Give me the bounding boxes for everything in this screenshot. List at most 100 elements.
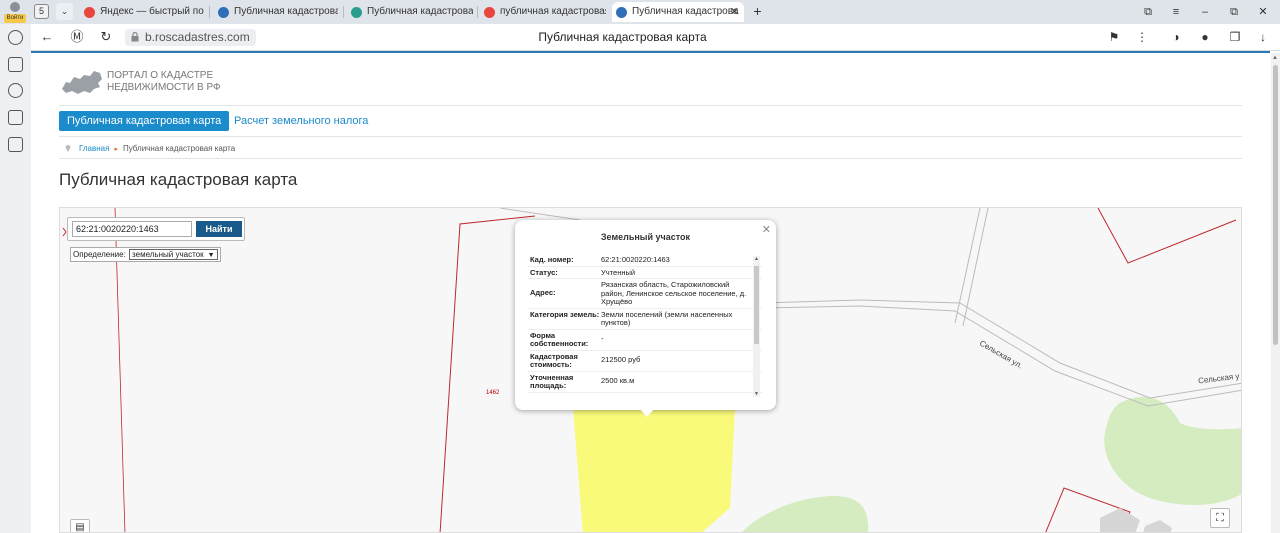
row-value: 2500 кв.м bbox=[601, 375, 635, 385]
scrollbar-thumb[interactable] bbox=[1273, 65, 1278, 345]
reload-icon[interactable]: ↻ bbox=[97, 28, 115, 46]
definition-select[interactable]: земельный участок ▼ bbox=[129, 249, 218, 260]
tab-count-badge[interactable]: 5 bbox=[34, 4, 49, 19]
tab-label: публичная кадастровая bbox=[500, 6, 606, 17]
download-icon[interactable]: ↓ bbox=[1254, 28, 1272, 46]
user-icon bbox=[10, 2, 20, 12]
play-icon[interactable] bbox=[8, 83, 23, 98]
table-row: Форма собственности: - bbox=[528, 330, 762, 351]
parcel-boundary bbox=[1097, 208, 1237, 264]
profile-login-label: Войти bbox=[4, 14, 26, 23]
definition-select-value: земельный участок bbox=[132, 250, 204, 259]
notes-icon[interactable] bbox=[8, 57, 23, 72]
bookmarks-panel-icon[interactable]: ⧉ bbox=[1138, 3, 1158, 21]
yandex-icon bbox=[84, 7, 95, 18]
screenshot-icon[interactable] bbox=[8, 137, 23, 152]
breadcrumb-current: Публичная кадастровая карта bbox=[122, 144, 236, 153]
row-key: Кадастровая стоимость: bbox=[530, 351, 578, 369]
back-arrow-icon[interactable]: ← bbox=[38, 28, 56, 46]
chevron-right-icon: ▸ bbox=[114, 146, 118, 153]
browser-tab[interactable]: публичная кадастровая bbox=[480, 2, 606, 22]
cadastre-icon bbox=[218, 7, 229, 18]
tab-divider bbox=[477, 6, 478, 18]
browser-tab[interactable]: Публичная кадастровая bbox=[214, 2, 338, 22]
close-window-icon[interactable]: ✕ bbox=[1253, 3, 1273, 21]
page-title: Публичная кадастровая карта bbox=[59, 170, 298, 189]
menu-icon[interactable]: ≡ bbox=[1166, 3, 1186, 21]
popup-table: Кад. номер: 62:21:0020220:1463 Статус: У… bbox=[528, 254, 762, 399]
yandex-home-icon[interactable]: Ⓜ bbox=[68, 28, 86, 46]
row-key: Уточненная площадь: bbox=[530, 372, 574, 390]
new-tab-icon[interactable]: + bbox=[749, 3, 766, 20]
table-row: Уточненная площадь: 2500 кв.м bbox=[528, 372, 762, 393]
cadastral-search-panel: Найти bbox=[67, 217, 245, 241]
layers-icon[interactable]: ▤ bbox=[70, 519, 90, 532]
chevron-down-icon[interactable]: ⌄ bbox=[56, 3, 73, 20]
popup-title: Земельный участок bbox=[600, 232, 691, 242]
table-row: Категория земель: Земли поселений (земли… bbox=[528, 309, 762, 330]
bookmark-icon[interactable]: ⚑ bbox=[1105, 28, 1123, 46]
browser-tab-bar: Войти 5 ⌄ Яндекс — быстрый поиск Публичн… bbox=[0, 0, 1280, 24]
cadastral-map[interactable]: 1462 Сельская ул. Сельская у Найти Опред… bbox=[59, 207, 1242, 533]
lock-icon bbox=[131, 32, 139, 42]
row-value: Земли поселений (земли населенных пункто… bbox=[601, 309, 733, 327]
tab-divider bbox=[209, 6, 210, 18]
tab-label: Публичная кадастрова bbox=[632, 6, 739, 17]
green-area bbox=[742, 495, 869, 532]
nav-land-tax[interactable]: Расчет земельного налога bbox=[234, 111, 368, 131]
cadastral-number-input[interactable] bbox=[72, 221, 192, 237]
row-key: Статус: bbox=[530, 267, 558, 277]
address-bar: ← Ⓜ ↻ b.roscadastres.com Публичная кадас… bbox=[0, 24, 1280, 51]
tab-label: Публичная кадастровая bbox=[367, 6, 473, 17]
scroll-down-icon[interactable]: ▼ bbox=[754, 391, 759, 397]
definition-row: Определение: земельный участок ▼ bbox=[70, 247, 221, 262]
row-value: Учтенный bbox=[601, 267, 636, 277]
tab-divider bbox=[343, 6, 344, 18]
table-row: Кад. номер: 62:21:0020220:1463 bbox=[528, 254, 762, 267]
divider bbox=[59, 105, 1242, 106]
more-icon[interactable]: ⋮ bbox=[1133, 28, 1151, 46]
scroll-up-icon[interactable]: ▲ bbox=[754, 256, 759, 262]
breadcrumb-home[interactable]: Главная bbox=[79, 144, 109, 153]
tab-label: Публичная кадастровая bbox=[234, 6, 338, 17]
parcel-boundary bbox=[62, 227, 67, 237]
chevron-down-icon: ▼ bbox=[207, 252, 215, 259]
browser-tab-active[interactable]: Публичная кадастрова ✕ bbox=[612, 2, 744, 22]
building bbox=[1143, 520, 1172, 532]
market-icon[interactable] bbox=[8, 110, 23, 125]
fullscreen-icon[interactable]: ⛶ bbox=[1210, 508, 1230, 528]
profile-button[interactable]: Войти bbox=[4, 1, 26, 23]
extension-icon[interactable]: ● bbox=[1196, 28, 1214, 46]
row-key: Кад. номер: bbox=[530, 255, 574, 264]
page-scrollbar[interactable]: ▲ bbox=[1271, 53, 1280, 533]
row-value: 62:21:0020220:1463 bbox=[601, 255, 670, 264]
green-area bbox=[1104, 397, 1241, 505]
restore-icon[interactable]: ⧉ bbox=[1224, 3, 1244, 21]
divider bbox=[59, 158, 1242, 159]
minimize-icon[interactable]: – bbox=[1195, 3, 1215, 21]
row-value: - bbox=[601, 333, 604, 343]
url-text: b.roscadastres.com bbox=[145, 30, 250, 44]
browser-tab[interactable]: Яндекс — быстрый поиск bbox=[80, 2, 204, 22]
table-row: Статус: Учтенный bbox=[528, 267, 762, 279]
vpn-icon[interactable]: ◑ bbox=[1167, 28, 1185, 46]
find-button[interactable]: Найти bbox=[196, 221, 242, 237]
popup-scrollbar[interactable]: ▲ ▼ bbox=[753, 256, 760, 397]
logo-line-2: НЕДВИЖИМОСТИ В РФ bbox=[107, 82, 221, 93]
browser-sidebar bbox=[0, 24, 31, 533]
nav-cadastral-map[interactable]: Публичная кадастровая карта bbox=[59, 111, 230, 131]
selected-parcel[interactable] bbox=[573, 408, 735, 533]
breadcrumb: Главная ▸ Публичная кадастровая карта bbox=[65, 143, 235, 156]
url-field[interactable]: b.roscadastres.com bbox=[125, 29, 256, 46]
close-tab-icon[interactable]: ✕ bbox=[730, 2, 739, 22]
browser-tab[interactable]: Публичная кадастровая bbox=[347, 2, 473, 22]
logo-line-1: ПОРТАЛ О КАДАСТРЕ bbox=[107, 70, 214, 81]
divider bbox=[59, 136, 1242, 137]
popup-scrollbar-thumb[interactable] bbox=[754, 266, 759, 344]
parcel-info-popup: ✕ Земельный участок Кад. номер: 62:21:00… bbox=[515, 220, 776, 417]
row-key: Форма собственности: bbox=[530, 330, 589, 348]
history-icon[interactable] bbox=[8, 30, 23, 45]
scroll-up-icon[interactable]: ▲ bbox=[1272, 55, 1278, 61]
collections-icon[interactable]: ❐ bbox=[1226, 28, 1244, 46]
cadastre-icon bbox=[616, 7, 627, 18]
